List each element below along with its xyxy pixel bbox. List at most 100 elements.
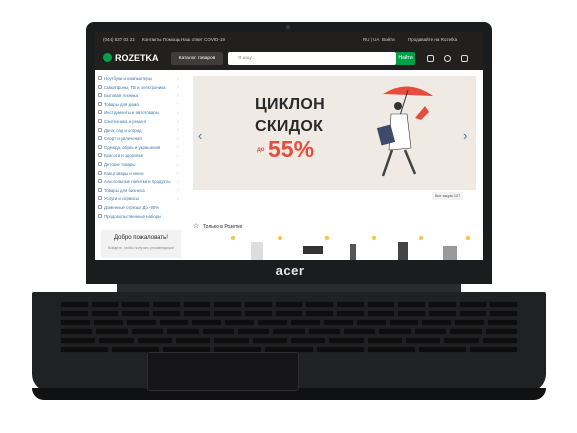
chevron-left-icon[interactable]: ‹	[198, 128, 202, 143]
keyboard-key	[366, 337, 403, 344]
chevron-right-icon: ›	[177, 127, 179, 133]
search-input[interactable]: Я ищу...	[228, 52, 396, 65]
keyboard-key	[251, 337, 288, 344]
keyboard-key	[290, 319, 321, 326]
keyboard-key	[487, 319, 518, 326]
keyboard-key	[305, 310, 334, 317]
sidebar-item[interactable]: Детские товары	[98, 162, 136, 167]
keyboard-key	[417, 346, 467, 353]
keyboard-key	[257, 319, 288, 326]
chevron-right-icon: ›	[177, 144, 179, 150]
keyboard	[60, 301, 518, 357]
keyboard-key	[213, 310, 242, 317]
sidebar-item[interactable]: Доменные отрезы! До -90%	[97, 205, 159, 210]
touchpad	[147, 352, 299, 391]
sidebar-item[interactable]: Товары для дома	[98, 101, 139, 107]
keyboard-key	[336, 301, 365, 308]
sidebar-item[interactable]: Спорт и увлечения	[98, 136, 142, 141]
webcam	[286, 25, 290, 29]
keyboard-key	[244, 301, 273, 308]
keyboard-key	[458, 301, 488, 308]
keyboard-key	[405, 337, 442, 344]
scales-icon[interactable]	[427, 55, 434, 62]
sidebar-item[interactable]: Канцтовары и книги	[98, 170, 144, 176]
section-title: Только в Розетке	[203, 224, 243, 230]
sidebar-item[interactable]: Дача, сад и огород	[98, 127, 142, 133]
chevron-right-icon: ›	[177, 109, 179, 115]
keyboard-key	[489, 310, 518, 317]
top-bar: (044) 537 02 22 Контакты Помощь Наш отве…	[95, 32, 483, 48]
keyboard-key	[125, 319, 157, 326]
seller-link[interactable]: Продавайте на Rozetka	[408, 37, 457, 42]
search-button[interactable]: Найти	[396, 52, 415, 65]
keyboard-key	[136, 337, 173, 344]
sidebar-item[interactable]: Одежда, обувь и украшения	[97, 144, 160, 150]
search-placeholder: Я ищу...	[238, 56, 256, 61]
chevron-right-icon: ›	[177, 135, 179, 141]
sidebar-item[interactable]: Ноутбуки и компьютеры	[98, 76, 152, 81]
promo-banner[interactable]	[193, 76, 476, 190]
star-icon: ☆	[193, 223, 200, 230]
screen: (044) 537 02 22 Контакты Помощь Наш отве…	[95, 32, 483, 260]
sidebar-item[interactable]: Сантехника и ремонт	[98, 119, 147, 124]
chevron-right-icon: ›	[177, 195, 179, 201]
sidebar-item[interactable]: Бытовая техника	[98, 93, 138, 98]
sidebar-item[interactable]: Смартфоны, ТВ и электроника	[98, 84, 166, 90]
keyboard-key	[322, 319, 354, 326]
welcome-box: Добро пожаловать! Войдите, чтобы получат…	[101, 230, 181, 258]
keyboard-key	[315, 346, 365, 353]
signin-link[interactable]: Войти	[382, 37, 395, 42]
keyboard-key	[378, 328, 412, 335]
keyboard-key	[449, 328, 483, 335]
banner-illustration	[376, 86, 433, 177]
keyboard-key	[413, 328, 448, 335]
keyboard-key	[244, 310, 273, 317]
link-contacts[interactable]: Контакты	[142, 37, 161, 42]
keyboard-key	[121, 310, 150, 317]
keyboard-key	[90, 301, 120, 308]
chevron-right-icon: ›	[177, 92, 179, 98]
phone-number[interactable]: (044) 537 02 22	[103, 37, 135, 42]
keyboard-key	[272, 328, 306, 335]
chevron-right-icon: ›	[177, 170, 179, 176]
keyboard-key	[305, 301, 334, 308]
keyboard-key	[98, 337, 135, 344]
keyboard-key	[290, 337, 327, 344]
keyboard-key	[152, 310, 181, 317]
sidebar-item[interactable]: Красота и здоровье	[97, 153, 143, 158]
rozetka-logo[interactable]: ROZETKA	[103, 53, 159, 63]
keyboard-key	[388, 319, 420, 326]
catalog-button[interactable]: Каталог товаров	[171, 52, 223, 65]
keyboard-key	[182, 310, 212, 317]
sidebar-item[interactable]: Услуги и сервисы	[98, 196, 139, 201]
banner-percent: 55%	[268, 136, 315, 162]
link-covid[interactable]: Наш ответ COVID-19	[181, 37, 225, 42]
keyboard-key	[428, 310, 457, 317]
sidebar-item[interactable]: Инструменты и автотовары	[98, 110, 159, 115]
keyboard-key	[366, 310, 396, 317]
chevron-right-icon: ›	[177, 161, 179, 167]
keyboard-key	[307, 328, 342, 335]
link-help[interactable]: Помощь	[163, 37, 180, 42]
chevron-right-icon: ›	[177, 118, 179, 124]
keyboard-key	[274, 301, 304, 308]
welcome-subtitle: Войдите, чтобы получать рекомендации	[108, 246, 174, 250]
keyboard-key	[60, 319, 91, 326]
keyboard-key	[481, 337, 518, 344]
keyboard-key	[366, 346, 416, 353]
rozetka-smile-icon	[103, 53, 112, 62]
keyboard-key	[224, 319, 256, 326]
cart-icon[interactable]	[461, 55, 468, 62]
chevron-right-icon[interactable]: ›	[463, 128, 467, 143]
sidebar-item[interactable]: Алкогольные напитки и продукты	[97, 179, 170, 184]
keyboard-key	[458, 310, 488, 317]
keyboard-key	[274, 310, 304, 317]
keyboard-key	[60, 310, 89, 317]
language-switch[interactable]: RU | UA	[363, 37, 379, 42]
chevron-right-icon: ›	[177, 101, 179, 107]
all-actions-link[interactable]: Все акции 107	[432, 192, 464, 200]
sidebar-item[interactable]: Товары для бизнеса	[98, 187, 145, 193]
sidebar-item[interactable]: Продовольственные наборы	[97, 213, 161, 219]
keyboard-key	[484, 328, 518, 335]
heart-icon[interactable]	[444, 55, 451, 62]
